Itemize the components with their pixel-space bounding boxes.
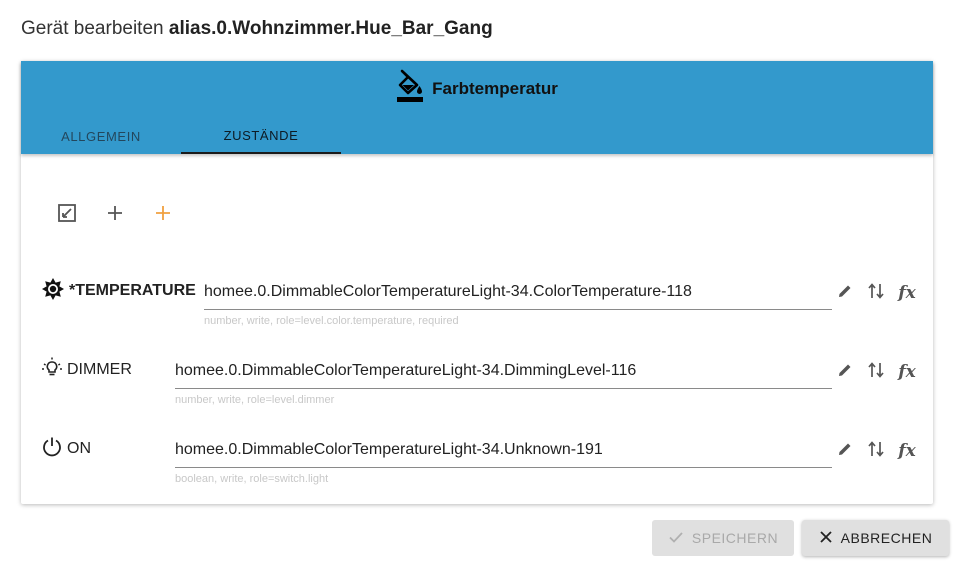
state-label-on: ON bbox=[41, 429, 91, 469]
state-name-temperature: *TEMPERATURE bbox=[69, 282, 196, 299]
close-icon bbox=[819, 530, 833, 547]
brightness-icon bbox=[41, 277, 65, 306]
state-id-value: homee.0.DimmableColorTemperatureLight-34… bbox=[204, 283, 692, 300]
swap-vertical-icon bbox=[867, 440, 885, 463]
edit-button[interactable] bbox=[835, 362, 855, 382]
state-label-temperature: *TEMPERATURE bbox=[41, 271, 196, 311]
swap-vertical-icon bbox=[867, 361, 885, 384]
device-header: Farbtemperatur ALLGEMEIN ZUSTÄNDE bbox=[21, 61, 933, 154]
state-id-field-temperature[interactable]: homee.0.DimmableColorTemperatureLight-34… bbox=[204, 271, 832, 327]
state-label-dimmer: DIMMER bbox=[41, 350, 132, 390]
tab-bar: ALLGEMEIN ZUSTÄNDE bbox=[21, 118, 341, 154]
check-icon bbox=[668, 529, 684, 548]
add-custom-state-button[interactable] bbox=[147, 199, 179, 231]
state-hint: number, write, role=level.color.temperat… bbox=[204, 315, 459, 327]
swap-vertical-icon bbox=[867, 282, 885, 305]
state-row-dimmer: DIMMER homee.0.DimmableColorTemperatureL… bbox=[21, 350, 933, 410]
pencil-icon bbox=[837, 441, 853, 462]
function-icon[interactable]: fx bbox=[897, 362, 917, 382]
device-type-label: Farbtemperatur bbox=[432, 78, 558, 98]
state-row-on: ON homee.0.DimmableColorTemperatureLight… bbox=[21, 429, 933, 489]
cancel-button[interactable]: ABBRECHEN bbox=[802, 520, 949, 556]
edit-button[interactable] bbox=[835, 441, 855, 461]
expand-icon bbox=[57, 203, 77, 228]
state-id-value: homee.0.DimmableColorTemperatureLight-34… bbox=[175, 362, 637, 379]
state-hint: number, write, role=level.dimmer bbox=[175, 394, 335, 406]
edit-button[interactable] bbox=[835, 283, 855, 303]
pencil-icon bbox=[837, 362, 853, 383]
device-type: Farbtemperatur bbox=[21, 69, 933, 108]
dialog-title-prefix: Gerät bearbeiten bbox=[21, 18, 164, 39]
tab-allgemein[interactable]: ALLGEMEIN bbox=[21, 118, 181, 154]
row-actions: fx bbox=[835, 440, 917, 463]
plus-icon bbox=[106, 204, 124, 227]
device-card: Farbtemperatur ALLGEMEIN ZUSTÄNDE *TEMPE… bbox=[21, 61, 933, 504]
field-underline bbox=[175, 388, 832, 389]
save-button[interactable]: SPEICHERN bbox=[652, 520, 794, 556]
expand-button[interactable] bbox=[51, 199, 83, 231]
plus-orange-icon bbox=[154, 204, 172, 227]
function-icon[interactable]: fx bbox=[897, 441, 917, 461]
dialog-title: Gerät bearbeiten alias.0.Wohnzimmer.Hue_… bbox=[21, 18, 493, 40]
swap-button[interactable] bbox=[866, 282, 886, 305]
state-row-temperature: *TEMPERATURE homee.0.DimmableColorTemper… bbox=[21, 271, 933, 331]
state-name-on: ON bbox=[67, 440, 91, 457]
lightbulb-icon bbox=[41, 357, 63, 384]
row-actions: fx bbox=[835, 361, 917, 384]
state-id-field-on[interactable]: homee.0.DimmableColorTemperatureLight-34… bbox=[175, 429, 832, 485]
row-actions: fx bbox=[835, 282, 917, 305]
tab-zustaende[interactable]: ZUSTÄNDE bbox=[181, 118, 341, 154]
power-icon bbox=[41, 436, 63, 463]
swap-button[interactable] bbox=[866, 361, 886, 384]
function-icon[interactable]: fx bbox=[897, 283, 917, 303]
paint-bucket-icon bbox=[396, 69, 424, 108]
state-name-dimmer: DIMMER bbox=[67, 361, 132, 378]
add-state-button[interactable] bbox=[99, 199, 131, 231]
state-id-value: homee.0.DimmableColorTemperatureLight-34… bbox=[175, 441, 603, 458]
state-hint: boolean, write, role=switch.light bbox=[175, 473, 329, 485]
pencil-icon bbox=[837, 283, 853, 304]
swap-button[interactable] bbox=[866, 440, 886, 463]
save-label: SPEICHERN bbox=[691, 530, 779, 546]
field-underline bbox=[204, 309, 832, 310]
dialog-alias-id: alias.0.Wohnzimmer.Hue_Bar_Gang bbox=[168, 18, 493, 39]
state-id-field-dimmer[interactable]: homee.0.DimmableColorTemperatureLight-34… bbox=[175, 350, 832, 406]
field-underline bbox=[175, 467, 832, 468]
cancel-label: ABBRECHEN bbox=[840, 530, 933, 546]
states-toolbar bbox=[51, 199, 179, 231]
